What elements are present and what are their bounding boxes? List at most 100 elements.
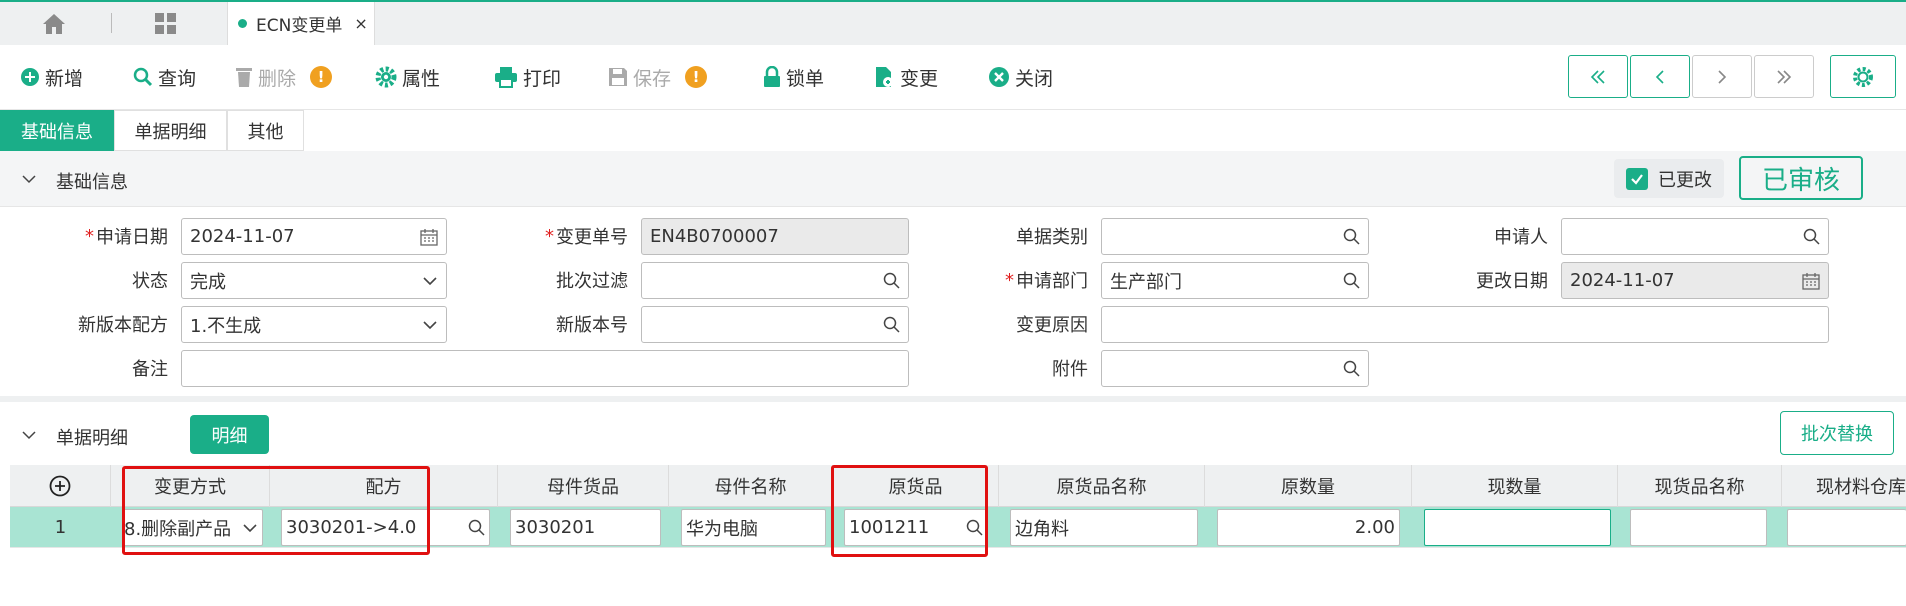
batch-filter-field[interactable] <box>641 262 909 299</box>
cur-name-field[interactable] <box>1630 509 1767 546</box>
col-orig-qty[interactable]: 原数量 <box>1205 465 1412 507</box>
status-value: 完成 <box>190 271 226 293</box>
add-button[interactable]: 新增 <box>20 59 83 95</box>
chevron-left-icon <box>1655 69 1664 84</box>
search-icon[interactable] <box>1343 360 1360 377</box>
next-record-button[interactable] <box>1692 55 1752 98</box>
apply-date-field[interactable]: 2024-11-07 <box>181 218 447 255</box>
batch-filter-label: 批次过滤 <box>556 271 628 292</box>
cur-qty-field[interactable] <box>1424 509 1611 546</box>
query-button[interactable]: 查询 <box>133 59 196 95</box>
print-button[interactable]: 打印 <box>494 59 561 95</box>
document-edit-icon <box>876 67 893 87</box>
lock-icon <box>764 66 780 87</box>
tab-ecn-change[interactable]: ECN变更单 × <box>227 2 375 45</box>
remark-field[interactable] <box>181 350 909 387</box>
tab-other[interactable]: 其他 <box>227 110 304 151</box>
properties-button[interactable]: 属性 <box>375 59 440 95</box>
attachment-field[interactable] <box>1101 350 1369 387</box>
change-date-label: 更改日期 <box>1476 271 1548 292</box>
plus-circle-icon <box>21 68 39 86</box>
chevron-right-icon <box>1718 69 1727 84</box>
status-select[interactable]: 完成 <box>181 262 447 299</box>
batch-replace-button[interactable]: 批次替换 <box>1780 411 1894 455</box>
close-circle-icon <box>989 67 1009 87</box>
search-icon[interactable] <box>883 272 900 289</box>
detail-title: 单据明细 <box>56 428 128 449</box>
chevron-down-icon <box>22 175 36 184</box>
search-icon[interactable] <box>883 316 900 333</box>
applicant-label: 申请人 <box>1494 227 1548 248</box>
col-cur-name[interactable]: 现货品名称 <box>1618 465 1782 507</box>
warning-icon: ! <box>310 66 333 88</box>
applicant-field[interactable] <box>1561 218 1829 255</box>
close-button[interactable]: 关闭 <box>988 59 1053 95</box>
reason-field[interactable] <box>1101 306 1829 343</box>
col-parent-item[interactable]: 母件货品 <box>498 465 669 507</box>
doc-type-label: 单据类别 <box>1016 227 1088 248</box>
floppy-disk-icon <box>609 68 627 86</box>
modified-checkbox[interactable]: 已更改 <box>1614 159 1724 198</box>
col-orig-name[interactable]: 原货品名称 <box>999 465 1205 507</box>
apps-tab[interactable] <box>112 2 220 45</box>
printer-icon <box>495 67 517 88</box>
first-record-button[interactable] <box>1568 55 1628 98</box>
collapse-detail-toggle[interactable] <box>22 428 36 442</box>
approved-status: 已审核 <box>1739 156 1863 200</box>
row-number: 1 <box>54 516 67 538</box>
new-ver-field[interactable] <box>641 306 909 343</box>
orig-name-field[interactable]: 边角料 <box>1010 509 1198 546</box>
modified-label: 已更改 <box>1658 169 1712 191</box>
delete-button[interactable]: 删除 ! <box>235 59 333 95</box>
tab-label: ECN变更单 <box>256 16 343 36</box>
save-button[interactable]: 保存 ! <box>608 59 708 95</box>
parent-item-field[interactable]: 3030201 <box>510 509 661 546</box>
search-icon[interactable] <box>468 519 485 536</box>
highlight-box-method-recipe <box>122 466 430 555</box>
reason-label: 变更原因 <box>1016 315 1088 336</box>
print-label: 打印 <box>523 67 562 90</box>
cur-warehouse-field[interactable] <box>1787 509 1906 546</box>
delete-label: 删除 <box>258 67 297 90</box>
change-no-label: * 变更单号 <box>545 225 628 249</box>
save-label: 保存 <box>633 67 672 90</box>
detail-tab-button[interactable]: 明细 <box>190 415 269 454</box>
tab-detail[interactable]: 单据明细 <box>114 110 227 151</box>
parent-name-field[interactable]: 华为电脑 <box>681 509 826 546</box>
change-no-value: EN4B0700007 <box>650 226 779 247</box>
search-icon[interactable] <box>1343 272 1360 289</box>
col-parent-name[interactable]: 母件名称 <box>669 465 833 507</box>
col-cur-qty[interactable]: 现数量 <box>1412 465 1618 507</box>
add-row-button[interactable] <box>10 465 111 507</box>
last-record-button[interactable] <box>1754 55 1814 98</box>
add-label: 新增 <box>45 67 84 90</box>
search-icon[interactable] <box>1343 228 1360 245</box>
col-cur-warehouse[interactable]: 现材料仓库 <box>1782 465 1906 507</box>
chevron-down-icon <box>423 320 437 329</box>
lock-label: 锁单 <box>786 67 825 90</box>
warning-icon: ! <box>685 66 708 88</box>
lock-button[interactable]: 锁单 <box>763 59 824 95</box>
collapse-basic-toggle[interactable] <box>22 172 36 186</box>
query-label: 查询 <box>158 67 197 90</box>
double-chevron-left-icon <box>1590 69 1605 84</box>
calendar-icon[interactable] <box>420 228 438 246</box>
settings-button[interactable] <box>1830 55 1896 98</box>
properties-label: 属性 <box>402 67 441 90</box>
dept-field[interactable]: 生产部门 <box>1101 262 1369 299</box>
change-button[interactable]: 变更 <box>875 59 938 95</box>
home-tab[interactable] <box>0 2 108 45</box>
status-label: 状态 <box>132 271 168 292</box>
close-tab-icon[interactable]: × <box>354 14 367 33</box>
search-icon[interactable] <box>1803 228 1820 245</box>
prev-record-button[interactable] <box>1630 55 1690 98</box>
gear-icon <box>375 66 397 88</box>
new-ver-label: 新版本号 <box>556 315 628 336</box>
tab-basic-info[interactable]: 基础信息 <box>0 110 114 151</box>
calendar-icon <box>1802 272 1820 290</box>
new-recipe-select[interactable]: 1.不生成 <box>181 306 447 343</box>
new-recipe-label: 新版本配方 <box>78 315 168 336</box>
doc-type-field[interactable] <box>1101 218 1369 255</box>
orig-qty-field[interactable]: 2.00 <box>1217 509 1400 546</box>
gear-icon <box>1853 66 1873 87</box>
